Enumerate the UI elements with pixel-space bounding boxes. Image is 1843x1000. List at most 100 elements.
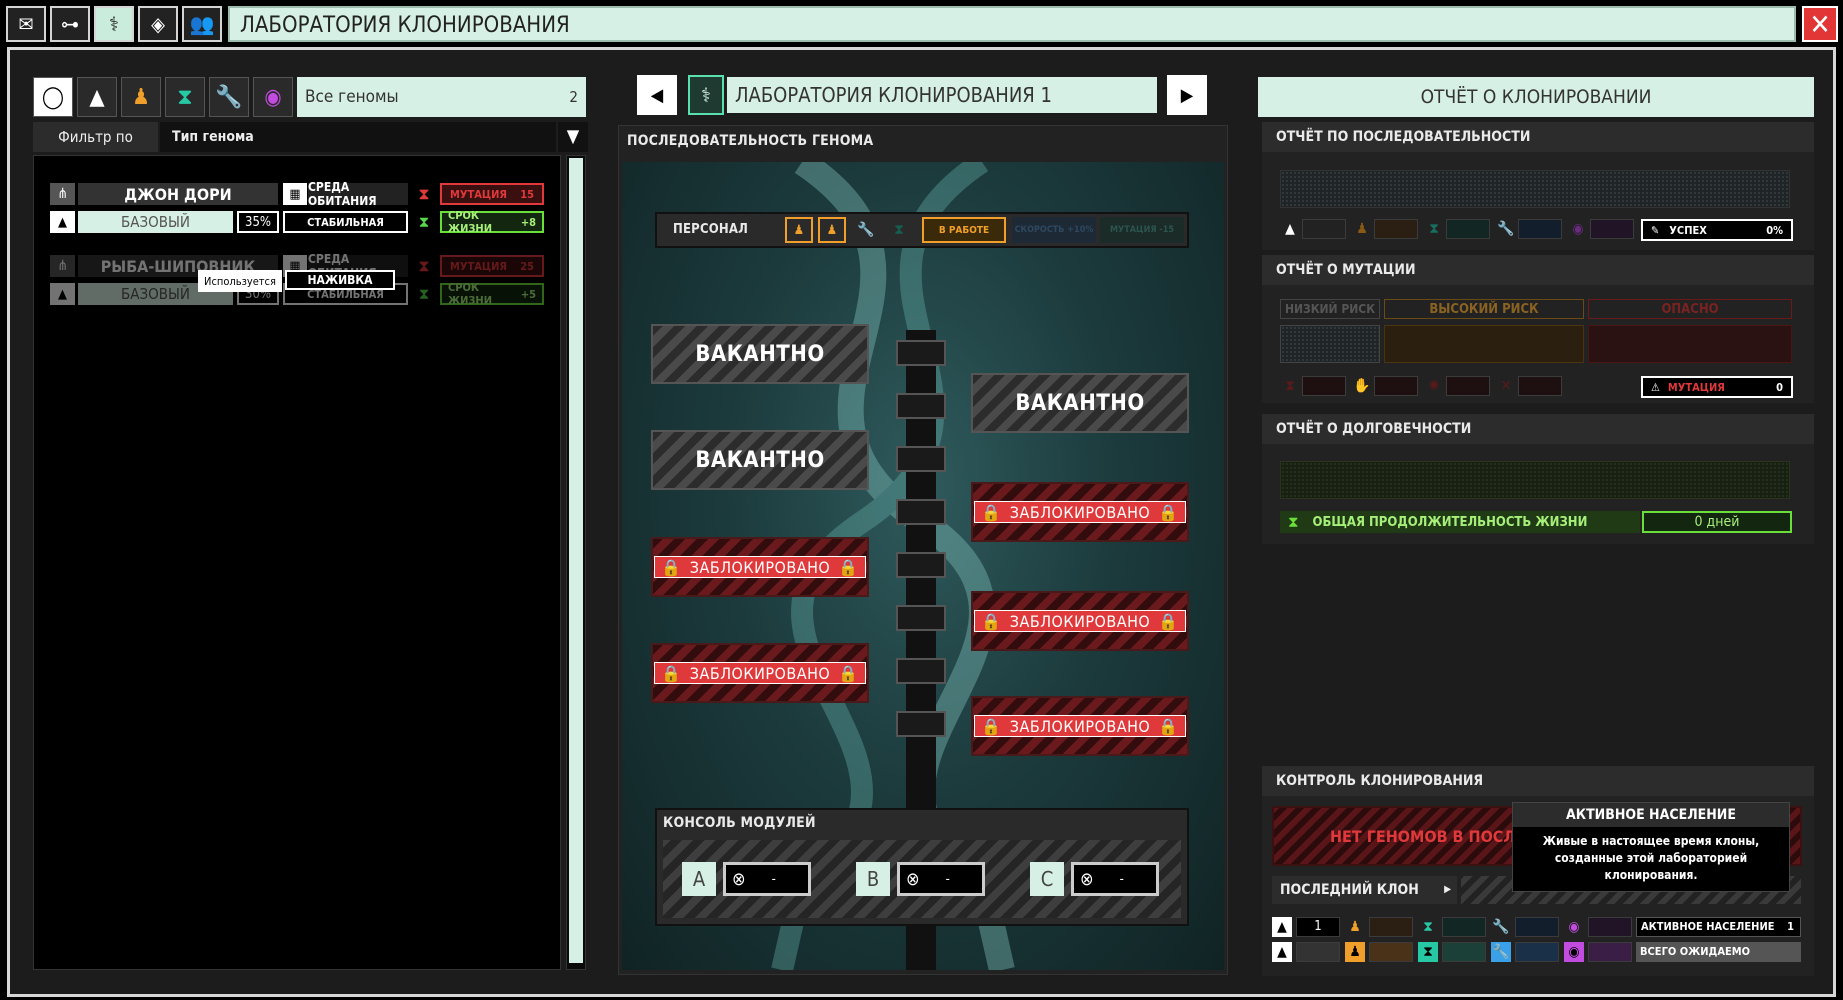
habitat-icon: ▦: [283, 183, 307, 205]
slot-connector: [896, 658, 946, 684]
filter-lifespan-icon[interactable]: ⧗: [165, 77, 205, 117]
mail-icon[interactable]: ✉: [6, 6, 46, 42]
risk-high-bar: [1384, 325, 1584, 363]
stat-box: [1442, 917, 1486, 937]
staff-slot-icon[interactable]: ♟: [818, 217, 846, 243]
filter-basic-icon[interactable]: ▲: [77, 77, 117, 117]
mutation-total-badge: ⚠ МУТАЦИЯ 0: [1641, 376, 1793, 398]
dna-icon[interactable]: ⚕: [94, 6, 134, 42]
module-letter: C: [1030, 862, 1064, 896]
filter-staff-icon[interactable]: ♟: [121, 77, 161, 117]
stat-box: [1374, 376, 1418, 396]
stat-box: [1369, 917, 1413, 937]
warning-icon: ⚠: [1651, 380, 1660, 394]
mutation-badge: МУТАЦИЯ 25: [440, 255, 544, 277]
eye-icon: ◉: [1568, 919, 1580, 935]
chevron-right-icon: ▶: [1444, 884, 1451, 895]
expected-total-label: ВСЕГО ОЖИДАЕМО: [1636, 942, 1801, 962]
success-badge: ✎ УСПЕХ 0%: [1641, 219, 1793, 241]
module-slot-a[interactable]: ⊗ -: [723, 862, 811, 896]
control-title: КОНТРОЛЬ КЛОНИРОВАНИЯ: [1262, 766, 1814, 796]
mutation-icon: ⧗: [418, 184, 430, 203]
hourglass-icon: ⧗: [1423, 919, 1433, 935]
in-use-tooltip: Используется: [198, 270, 282, 292]
mutation-mod-badge: МУТАЦИЯ -15: [1100, 217, 1184, 243]
close-circle-icon: ⊗: [906, 868, 920, 890]
hourglass-icon: ⧗: [1429, 221, 1439, 237]
target-icon[interactable]: ◈: [138, 6, 178, 42]
module-slot-b[interactable]: ⊗ -: [897, 862, 985, 896]
close-button[interactable]: ✕: [1802, 6, 1838, 42]
lifespan-badge: СРОК ЖИЗНИ +5: [440, 281, 544, 307]
active-population-tooltip: АКТИВНОЕ НАСЕЛЕНИЕ Живые в настоящее вре…: [1512, 802, 1790, 892]
hourglass-icon: ⧗: [418, 213, 430, 231]
risk-danger-label: ОПАСНО: [1588, 299, 1792, 319]
lock-icon: 🔒: [1158, 611, 1179, 631]
wrench-icon: 🔧: [1492, 919, 1510, 935]
risk-low-label: НИЗКИЙ РИСК: [1280, 299, 1380, 319]
risk-danger-bar: [1588, 325, 1792, 363]
next-lab-button[interactable]: ▶: [1167, 75, 1207, 115]
slot-connector: [896, 552, 946, 578]
filter-by-select[interactable]: Тип генома: [160, 122, 556, 152]
wrench-icon: 🔧: [1491, 942, 1511, 962]
network-icon[interactable]: ⊶: [50, 6, 90, 42]
habitat-label: СРЕДА ОБИТАНИЯ: [308, 180, 408, 208]
lock-icon: 🔒: [661, 663, 682, 683]
tooltip-title: АКТИВНОЕ НАСЕЛЕНИЕ: [1513, 803, 1789, 827]
stat-box: [1446, 219, 1490, 239]
risk-low-bar: [1280, 325, 1380, 363]
lock-icon: 🔒: [1158, 716, 1179, 736]
genome-slot-vacant[interactable]: ВАКАНТНО: [971, 373, 1189, 433]
wrench-icon: 🔧: [857, 222, 875, 238]
mutation-badge: МУТАЦИЯ 15: [440, 183, 544, 205]
chevron-down-icon[interactable]: ▼: [558, 122, 588, 152]
slot-connector: [896, 446, 946, 472]
genome-slot-locked: 🔒 ЗАБЛОКИРОВАНО 🔒: [651, 537, 869, 597]
sequence-title: ПОСЛЕДОВАТЕЛЬНОСТЬ ГЕНОМА: [627, 133, 874, 149]
stat-box: [1515, 917, 1559, 937]
module-slot-c[interactable]: ⊗ -: [1071, 862, 1159, 896]
staff-icon: ♟: [1356, 221, 1368, 237]
last-clone-label: ПОСЛЕДНИЙ КЛОН ▶: [1272, 876, 1457, 904]
stat-box: [1588, 942, 1632, 962]
stat-box: [1590, 219, 1634, 239]
lock-icon: 🔒: [838, 557, 859, 577]
sequence-report-title: ОТЧЁТ ПО ПОСЛЕДОВАТЕЛЬНОСТИ: [1262, 122, 1814, 152]
filter-eye-icon[interactable]: ◉: [253, 77, 293, 117]
stat-box: [1515, 942, 1559, 962]
fish-icon: ⋔: [50, 255, 75, 277]
lock-icon: 🔒: [981, 502, 1002, 522]
filter-dropdown[interactable]: Все геномы 2: [297, 77, 586, 117]
scrollbar-thumb[interactable]: [569, 158, 583, 963]
genome-slot-locked: 🔒 ЗАБЛОКИРОВАНО 🔒: [651, 643, 869, 703]
genome-slot-locked: 🔒 ЗАБЛОКИРОВАНО 🔒: [971, 482, 1189, 542]
stat-box: [1302, 219, 1346, 239]
staff-slot-icon[interactable]: ♟: [785, 217, 813, 243]
group-icon[interactable]: 👥: [182, 6, 222, 42]
genome-slot-vacant[interactable]: ВАКАНТНО: [651, 324, 869, 384]
genome-name: ДЖОН ДОРИ: [78, 183, 278, 205]
radiation-icon: ✺: [1428, 378, 1440, 394]
scrollbar-track[interactable]: [566, 155, 586, 970]
stat-box: [1369, 942, 1413, 962]
basic-type-icon: ▲: [50, 283, 75, 305]
window-title: ЛАБОРАТОРИЯ КЛОНИРОВАНИЯ: [228, 6, 1796, 42]
modules-title: КОНСОЛЬ МОДУЛЕЙ: [663, 815, 816, 831]
filter-all-icon[interactable]: ◯: [33, 77, 73, 117]
lab-name: ЛАБОРАТОРИЯ КЛОНИРОВАНИЯ 1: [727, 77, 1157, 113]
filter-tool-icon[interactable]: 🔧: [209, 77, 249, 117]
working-status-badge: В РАБОТЕ: [922, 217, 1006, 243]
genome-slot-locked: 🔒 ЗАБЛОКИРОВАНО 🔒: [971, 696, 1189, 756]
genome-slot-vacant[interactable]: ВАКАНТНО: [651, 430, 869, 490]
report-title: ОТЧЁТ О КЛОНИРОВАНИИ: [1258, 77, 1814, 117]
filter-count: 2: [569, 88, 578, 106]
habitat-value: СТАБИЛЬНАЯ: [283, 211, 408, 233]
dna-icon: ⚕: [688, 75, 724, 115]
active-population-badge: АКТИВНОЕ НАСЕЛЕНИЕ 1: [1636, 917, 1801, 937]
stat-box: [1588, 917, 1632, 937]
pencil-icon: ✎: [1651, 223, 1660, 237]
lock-icon: 🔒: [838, 663, 859, 683]
prev-lab-button[interactable]: ◀: [637, 75, 677, 115]
mutation-report-title: ОТЧЁТ О МУТАЦИИ: [1262, 255, 1814, 285]
